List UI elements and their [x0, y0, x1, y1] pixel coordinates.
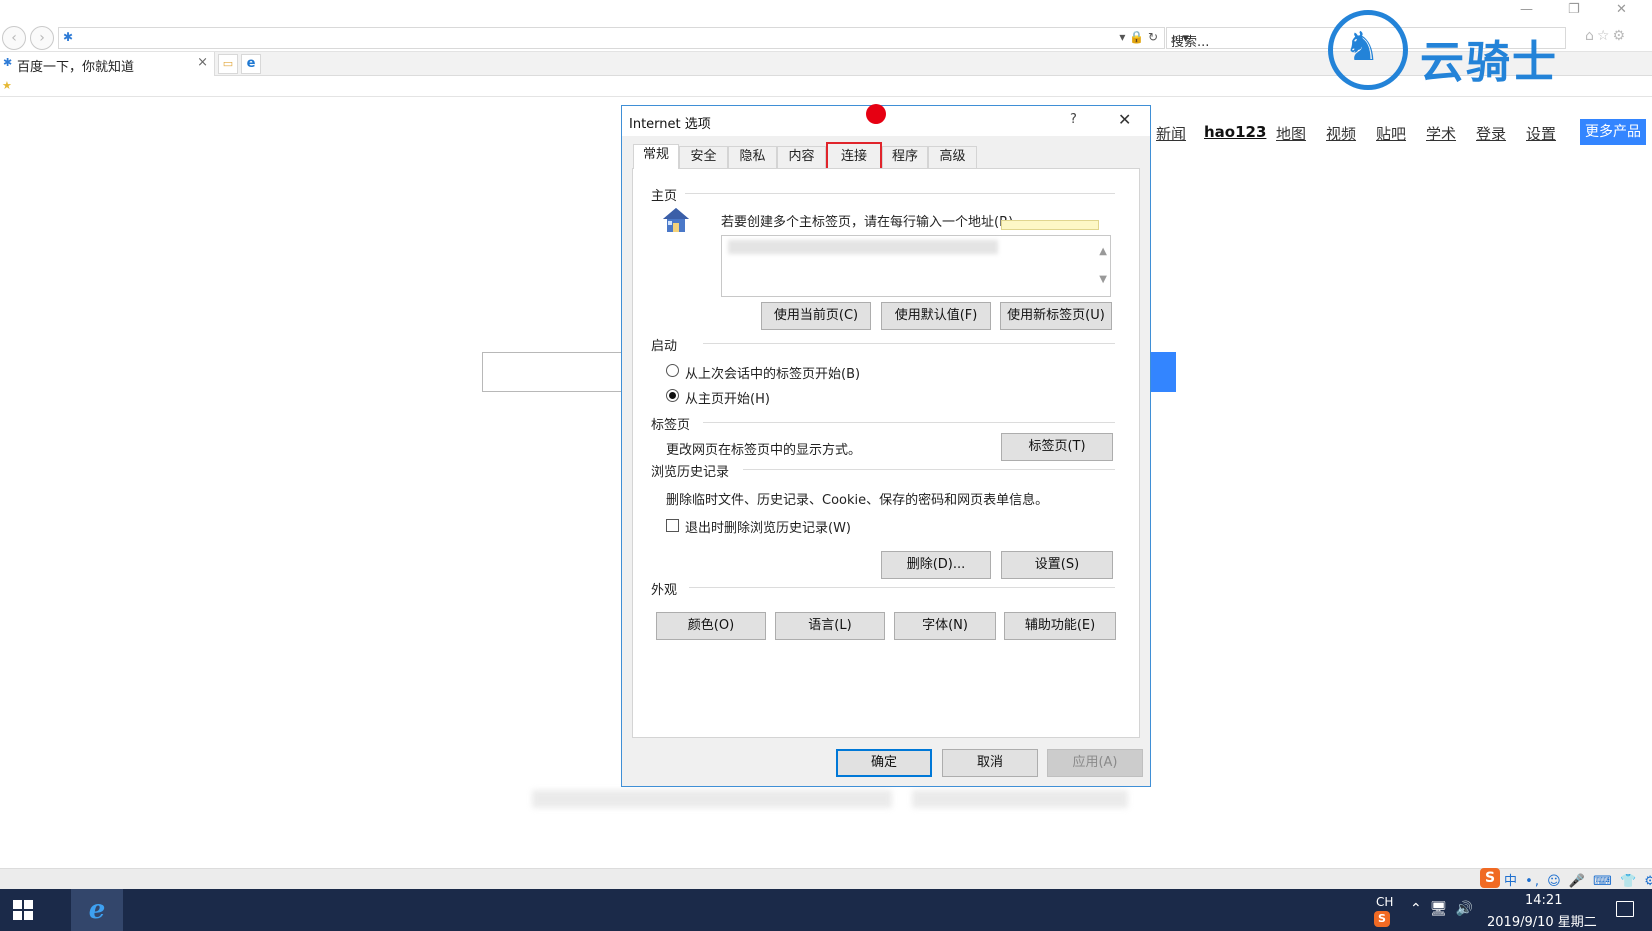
start-button-icon[interactable] [13, 900, 33, 920]
ie-tab-icon[interactable]: e [241, 54, 261, 74]
nav-video[interactable]: 视频 [1326, 123, 1356, 144]
accessibility-button[interactable]: 辅助功能(E) [1004, 612, 1116, 640]
cancel-button[interactable]: 取消 [942, 749, 1038, 777]
back-icon[interactable]: ‹ [2, 26, 26, 50]
knight-icon: ♞ [1344, 24, 1380, 70]
delete-button[interactable]: 删除(D)... [881, 551, 991, 579]
nav-news[interactable]: 新闻 [1156, 123, 1186, 144]
ok-button[interactable]: 确定 [836, 749, 932, 777]
tab-close-icon[interactable]: × [197, 55, 208, 70]
use-default-button[interactable]: 使用默认值(F) [881, 302, 991, 330]
startup-option-home: 从主页开始(H) [685, 392, 770, 407]
new-tab-icon[interactable]: ▭ [218, 54, 238, 74]
internet-options-dialog: Internet 选项 ? ✕ 常规 安全 隐私 内容 连接 程序 高级 主页 … [621, 104, 1151, 787]
tab-general[interactable]: 常规 [633, 144, 679, 169]
forward-icon[interactable]: › [30, 26, 54, 50]
ime-tools-icon[interactable]: 中 •, ☺ 🎤 ⌨ 👕 ⚙ [1504, 870, 1652, 889]
tooltip-hint [1001, 220, 1099, 230]
history-description: 删除临时文件、历史记录、Cookie、保存的密码和网页表单信息。 [666, 493, 1049, 508]
nav-tieba[interactable]: 贴吧 [1376, 123, 1406, 144]
notification-icon[interactable] [1616, 901, 1634, 917]
languages-button[interactable]: 语言(L) [775, 612, 885, 640]
tab-baidu[interactable]: ✱ 百度一下，你就知道 × [0, 52, 215, 76]
baidu-search-button[interactable] [1150, 352, 1176, 392]
divider [703, 422, 1115, 423]
nav-map[interactable]: 地图 [1276, 123, 1306, 144]
colors-button[interactable]: 颜色(O) [656, 612, 766, 640]
tabs-description: 更改网页在标签页中的显示方式。 [666, 443, 862, 458]
divider [689, 587, 1115, 588]
history-section-title: 浏览历史记录 [651, 465, 730, 480]
tab-title: 百度一下，你就知道 [17, 60, 135, 75]
tray-icons[interactable]: ⌃🖥🔊 [1410, 901, 1481, 917]
tabs-settings-button[interactable]: 标签页(T) [1001, 433, 1113, 461]
delete-history-on-exit-label: 退出时删除浏览历史记录(W) [685, 521, 851, 536]
logo-text: 云骑士 [1420, 37, 1558, 88]
sogou-ime-icon[interactable]: S [1480, 868, 1500, 888]
tab-programs[interactable]: 程序 [882, 146, 928, 168]
watermark-logo: ♞ 云骑士 [1328, 4, 1618, 94]
dialog-close-button[interactable]: ✕ [1118, 110, 1131, 129]
tab-favicon-icon: ✱ [3, 56, 13, 69]
cursor-marker [866, 104, 886, 124]
tab-content[interactable]: 内容 [777, 146, 826, 168]
divider [703, 343, 1115, 344]
delete-history-on-exit-checkbox[interactable] [666, 519, 679, 532]
favorites-star-icon[interactable]: ★ [2, 79, 12, 92]
tab-security[interactable]: 安全 [679, 146, 728, 168]
startup-option-last-session: 从上次会话中的标签页开始(B) [685, 367, 861, 382]
startup-home-radio[interactable] [666, 389, 679, 402]
blurred-url [728, 240, 998, 254]
home-section-title: 主页 [651, 189, 678, 204]
dialog-titlebar[interactable]: Internet 选项 ? ✕ [622, 104, 1150, 136]
page-favicon-icon: ✱ [63, 30, 74, 44]
ime-mode: 中 [1504, 874, 1520, 889]
divider [743, 469, 1115, 470]
home-description: 若要创建多个主标签页，请在每行输入一个地址(R) [721, 215, 1014, 230]
use-new-tab-button[interactable]: 使用新标签页(U) [1000, 302, 1112, 330]
address-input[interactable]: ✱ ▾ 🔒 ↻ [58, 27, 1165, 49]
input-language[interactable]: CH [1376, 895, 1393, 909]
nav-login[interactable]: 登录 [1476, 123, 1506, 144]
dialog-title: Internet 选项 [629, 117, 711, 132]
address-tools-icon[interactable]: ▾ 🔒 ↻ [1119, 30, 1158, 44]
home-page-textarea[interactable]: ▲ ▼ [721, 235, 1111, 297]
use-current-button[interactable]: 使用当前页(C) [761, 302, 871, 330]
tabs-section-title: 标签页 [651, 418, 691, 433]
tab-privacy[interactable]: 隐私 [728, 146, 777, 168]
baidu-search-input[interactable] [482, 352, 622, 392]
nav-hao123[interactable]: hao123 [1204, 123, 1266, 141]
help-button[interactable]: ? [1070, 112, 1077, 127]
browser-status-bar [0, 868, 1652, 889]
clock-time[interactable]: 14:21 [1525, 893, 1562, 908]
history-settings-button[interactable]: 设置(S) [1001, 551, 1113, 579]
ime-toolbar[interactable]: S 中 •, ☺ 🎤 ⌨ 👕 ⚙ [1478, 867, 1652, 889]
general-tab-panel: 主页 若要创建多个主标签页，请在每行输入一个地址(R) ▲ ▼ 使用当前页(C) … [632, 168, 1140, 738]
startup-last-session-radio[interactable] [666, 364, 679, 377]
clock-date[interactable]: 2019/9/10 星期二 [1487, 911, 1597, 930]
tab-advanced[interactable]: 高级 [928, 146, 977, 168]
apply-button[interactable]: 应用(A) [1047, 749, 1143, 777]
internet-explorer-task-icon[interactable]: e [71, 889, 123, 931]
fonts-button[interactable]: 字体(N) [894, 612, 996, 640]
textarea-scroll-icon[interactable]: ▲ ▼ [1099, 238, 1107, 294]
nav-academic[interactable]: 学术 [1426, 123, 1456, 144]
tray-sogou-icon[interactable]: S [1374, 911, 1390, 927]
blurred-footer [532, 790, 892, 808]
startup-section-title: 启动 [651, 339, 678, 354]
home-icon [663, 208, 689, 232]
divider [685, 193, 1115, 194]
more-products-button[interactable]: 更多产品 [1580, 119, 1646, 145]
appearance-section-title: 外观 [651, 583, 678, 598]
blurred-footer [912, 790, 1128, 808]
windows-taskbar: e CH S ⌃🖥🔊 14:21 2019/9/10 星期二 [0, 889, 1652, 931]
nav-settings[interactable]: 设置 [1526, 123, 1556, 144]
